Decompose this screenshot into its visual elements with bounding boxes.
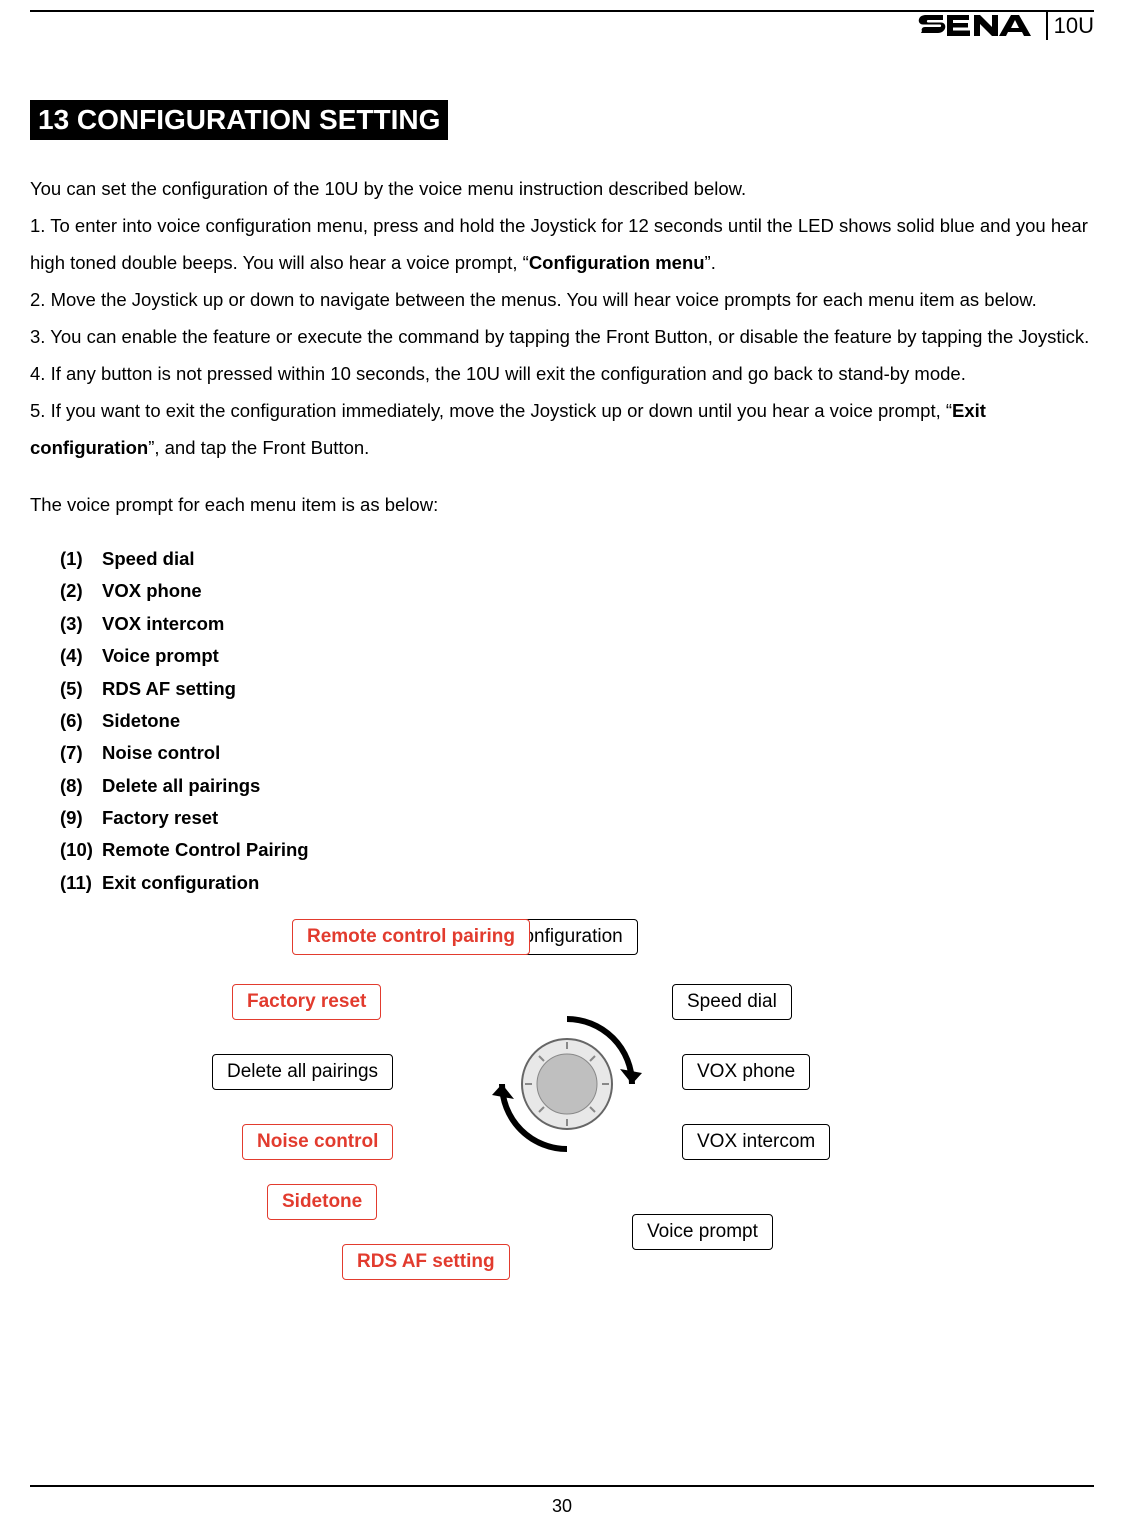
menu-item: Sidetone (60, 705, 1094, 737)
intro-p2: 2. Move the Joystick up or down to navig… (30, 289, 1037, 310)
diagram-rds: RDS AF setting (342, 1244, 510, 1280)
menu-item: Remote Control Pairing (60, 834, 1094, 866)
brand-header: 10U (918, 12, 1094, 40)
intro-p5c: ”, and tap the Front Button. (148, 437, 369, 458)
intro-p1c: ”. (705, 252, 716, 273)
diagram-voiceprompt: Voice prompt (632, 1214, 773, 1250)
page-number: 30 (0, 1496, 1124, 1517)
diagram-noise: Noise control (242, 1124, 393, 1160)
diagram-voxintercom: VOX intercom (682, 1124, 830, 1160)
diagram-voxphone: VOX phone (682, 1054, 810, 1090)
menu-item: Delete all pairings (60, 770, 1094, 802)
bottom-rule (30, 1485, 1094, 1487)
model-label: 10U (1046, 12, 1094, 40)
intro-p0: You can set the configuration of the 10U… (30, 178, 746, 199)
intro-p5a: 5. If you want to exit the configuration… (30, 400, 952, 421)
menu-list: Speed dial VOX phone VOX intercom Voice … (30, 543, 1094, 899)
menu-item: Speed dial (60, 543, 1094, 575)
menu-item: Noise control (60, 737, 1094, 769)
menu-item: VOX phone (60, 575, 1094, 607)
menu-item: Exit configuration (60, 867, 1094, 899)
diagram-delete: Delete all pairings (212, 1054, 393, 1090)
menu-item: Voice prompt (60, 640, 1094, 672)
diagram-remote: Remote control pairing (292, 919, 530, 955)
diagram-sidetone: Sidetone (267, 1184, 377, 1220)
diagram-factory: Factory reset (232, 984, 381, 1020)
sena-logo (918, 12, 1038, 40)
jog-dial-icon (492, 1009, 642, 1159)
intro-text: You can set the configuration of the 10U… (30, 170, 1094, 466)
intro-p4: 4. If any button is not pressed within 1… (30, 363, 966, 384)
config-diagram: Exit configuration Speed dial VOX phone … (152, 919, 972, 1299)
menu-item: RDS AF setting (60, 673, 1094, 705)
menu-item: Factory reset (60, 802, 1094, 834)
menu-intro: The voice prompt for each menu item is a… (30, 486, 1094, 523)
intro-p1b: Configuration menu (529, 252, 705, 273)
section-heading: 13 CONFIGURATION SETTING (30, 100, 448, 140)
menu-item: VOX intercom (60, 608, 1094, 640)
intro-p3: 3. You can enable the feature or execute… (30, 326, 1089, 347)
diagram-speed: Speed dial (672, 984, 792, 1020)
